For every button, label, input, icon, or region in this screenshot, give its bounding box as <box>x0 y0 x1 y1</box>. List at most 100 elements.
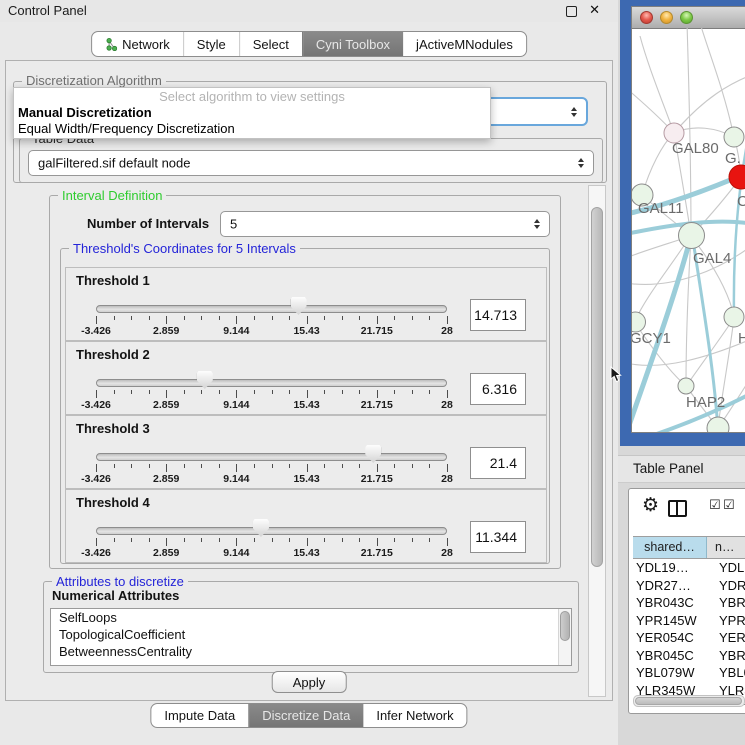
table-cell[interactable]: YBL079W <box>633 664 707 682</box>
threshold-1-panel: Threshold 1 -3.4262.8599.14415.4321.7152… <box>65 267 547 341</box>
tab-infer-network[interactable]: Infer Network <box>363 704 466 727</box>
tab-cyni-toolbox[interactable]: Cyni Toolbox <box>302 32 403 56</box>
threshold-1-slider[interactable]: -3.4262.8599.14415.4321.71528 <box>96 268 447 340</box>
table-cell[interactable]: YDR27… <box>633 577 707 595</box>
table-row[interactable]: YDL19…YDL1… <box>633 559 745 577</box>
table-cell[interactable]: YDL19… <box>633 559 707 577</box>
node-label-partial-h: H <box>738 330 745 347</box>
table-cell[interactable]: YER0… <box>707 629 745 647</box>
combo-spinner-icon <box>571 104 577 120</box>
control-panel-titlebar: Control Panel ✕ <box>0 0 618 22</box>
group-label: Attributes to discretize <box>52 574 188 589</box>
table-row[interactable]: YBR045CYBR0… <box>633 647 745 665</box>
tab-discretize-data[interactable]: Discretize Data <box>248 704 363 727</box>
tab-label: jActiveMNodules <box>416 37 513 52</box>
node-label-hap2: HAP2 <box>686 394 725 411</box>
table-cell[interactable]: YBL0… <box>707 664 745 682</box>
threshold-4-slider[interactable]: -3.4262.8599.14415.4321.71528 <box>96 490 447 562</box>
mouse-cursor <box>610 366 622 383</box>
tab-label: Cyni Toolbox <box>316 37 390 52</box>
network-canvas[interactable]: GAL80 G. GAL11 C GAL4 GCY1 H HAP2 <box>632 28 745 432</box>
close-traffic-light[interactable] <box>640 11 653 24</box>
threshold-2-panel: Threshold 2 -3.4262.8599.14415.4321.7152… <box>65 341 547 415</box>
thresholds-group: Threshold's Coordinates for 5 Intervals … <box>60 248 550 564</box>
minimize-traffic-light[interactable] <box>660 11 673 24</box>
table-cell[interactable]: YBR043C <box>633 594 707 612</box>
table-cell[interactable]: YBR0… <box>707 594 745 612</box>
tab-label: Style <box>197 37 226 52</box>
tab-style[interactable]: Style <box>183 32 239 56</box>
threshold-4-panel: Threshold 4 -3.4262.8599.14415.4321.7152… <box>65 489 547 563</box>
list-scrollbar[interactable] <box>558 609 571 665</box>
table-horizontal-scrollbar[interactable] <box>633 695 745 707</box>
table-cell[interactable]: YBR0… <box>707 647 745 665</box>
column-header-name[interactable]: n… <box>707 537 745 558</box>
threshold-value-field[interactable] <box>470 373 526 405</box>
attribute-list-item[interactable]: SelfLoops <box>51 609 571 626</box>
network-icon <box>105 38 117 51</box>
numerical-attributes-label: Numerical Attributes <box>52 588 179 603</box>
table-cell[interactable]: YER054C <box>633 629 707 647</box>
interval-definition-group: Interval Definition Number of Intervals … <box>49 195 561 569</box>
threshold-2-slider[interactable]: -3.4262.8599.14415.4321.71528 <box>96 342 447 414</box>
table-row[interactable]: YDR27…YDR2… <box>633 577 745 595</box>
apply-button[interactable]: Apply <box>272 671 347 693</box>
table-header-row: shared… n… <box>633 536 745 559</box>
num-intervals-combobox[interactable]: 5 <box>220 211 550 237</box>
table-cell[interactable]: YPR145W <box>633 612 707 630</box>
network-window-titlebar[interactable] <box>632 7 745 29</box>
slider-track[interactable] <box>96 527 447 535</box>
node-label-gcy1: GCY1 <box>632 330 671 347</box>
slider-tick-labels: -3.4262.8599.14415.4321.71528 <box>96 547 447 559</box>
table-cell[interactable]: YPR1… <box>707 612 745 630</box>
slider-ticks <box>96 538 447 547</box>
threshold-value-field[interactable] <box>470 447 526 479</box>
column-header-shared-name[interactable]: shared… <box>633 537 707 558</box>
dropdown-option-equal-width[interactable]: Equal Width/Frequency Discretization <box>14 121 490 137</box>
deselect-all-checkbox-icon[interactable]: ☑ <box>723 497 735 513</box>
table-row[interactable]: YBL079WYBL0… <box>633 664 745 682</box>
tab-jactivemnodules[interactable]: jActiveMNodules <box>403 32 526 56</box>
panel-title: Control Panel <box>8 3 87 18</box>
node-label-gal4: GAL4 <box>693 250 731 267</box>
split-columns-icon[interactable] <box>668 500 687 517</box>
table-data-combobox[interactable]: galFiltered.sif default node <box>28 150 594 176</box>
threshold-3-slider[interactable]: -3.4262.8599.14415.4321.71528 <box>96 416 447 488</box>
tab-label: Network <box>122 37 170 52</box>
tab-label: Select <box>253 37 289 52</box>
zoom-traffic-light[interactable] <box>680 11 693 24</box>
tab-select[interactable]: Select <box>239 32 302 56</box>
table-row[interactable]: YPR145WYPR1… <box>633 612 745 630</box>
dropdown-option-manual[interactable]: Manual Discretization <box>14 105 490 121</box>
slider-track[interactable] <box>96 379 447 387</box>
slider-track[interactable] <box>96 453 447 461</box>
threshold-value-field[interactable] <box>470 521 526 553</box>
scrollbar-thumb[interactable] <box>635 697 742 705</box>
table-cell[interactable]: YDR2… <box>707 577 745 595</box>
slider-ticks <box>96 390 447 399</box>
table-row[interactable]: YER054CYER0… <box>633 629 745 647</box>
group-label: Interval Definition <box>58 188 166 203</box>
attribute-list-item[interactable]: TopologicalCoefficient <box>51 626 571 643</box>
float-window-icon[interactable] <box>566 6 577 17</box>
attribute-list-item[interactable]: BetweennessCentrality <box>51 643 571 660</box>
table-cell[interactable]: YBR045C <box>633 647 707 665</box>
select-all-checkbox-icon[interactable]: ☑ <box>709 497 721 513</box>
threshold-value-field[interactable] <box>470 299 526 331</box>
panel-vertical-scrollbar[interactable] <box>588 185 606 697</box>
slider-tick-labels: -3.4262.8599.14415.4321.71528 <box>96 325 447 337</box>
tab-network[interactable]: Network <box>92 32 183 56</box>
numerical-attributes-list[interactable]: SelfLoopsTopologicalCoefficientBetweenne… <box>50 608 572 666</box>
scrollbar-thumb[interactable] <box>591 207 603 567</box>
right-region: GAL80 G. GAL11 C GAL4 GCY1 H HAP2 Table … <box>618 0 745 745</box>
gear-icon[interactable]: ⚙ <box>642 494 659 517</box>
table-row[interactable]: YBR043CYBR0… <box>633 594 745 612</box>
table-cell[interactable]: YDL1… <box>707 559 745 577</box>
num-intervals-label: Number of Intervals <box>87 216 209 231</box>
control-panel-window: Control Panel ✕ Network Style Select Cyn… <box>0 0 618 745</box>
tab-impute-data[interactable]: Impute Data <box>151 704 248 727</box>
slider-track[interactable] <box>96 305 447 313</box>
table-data-group: Table Data galFiltered.sif default node <box>19 138 603 183</box>
close-icon[interactable]: ✕ <box>589 2 600 18</box>
list-scrollbar-thumb[interactable] <box>560 611 570 641</box>
